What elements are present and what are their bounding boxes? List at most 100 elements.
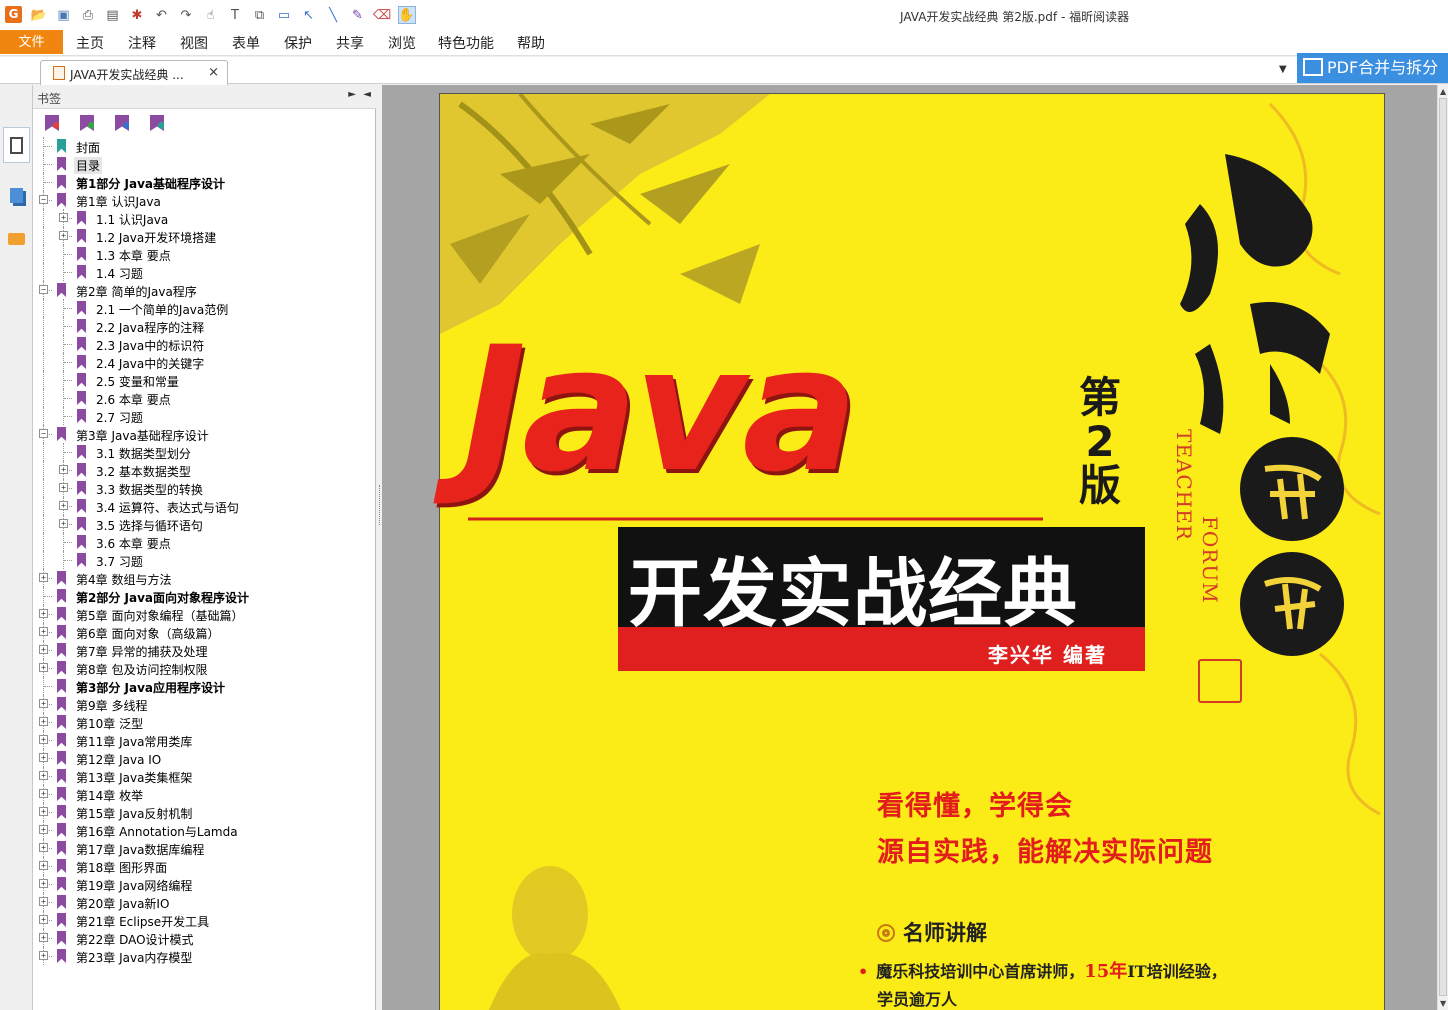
bookmark-item[interactable]: − 第3章 Java基础程序设计 — [33, 425, 376, 443]
expand-icon[interactable]: + — [39, 807, 48, 816]
select-icon[interactable]: ☝ — [202, 6, 220, 24]
bookmark-item[interactable]: +1.1 认识Java — [33, 209, 376, 227]
bookmark-item[interactable]: + 第8章 包及访问控制权限 — [33, 659, 376, 677]
tab-list-dropdown-icon[interactable]: ▼ — [1279, 64, 1287, 75]
bookmark-item[interactable]: + 第14章 枚举 — [33, 785, 376, 803]
print-icon[interactable]: ⎙ — [79, 6, 97, 24]
bookmark-item[interactable]: 2.6 本章 要点 — [33, 389, 376, 407]
text-select-icon[interactable]: T — [226, 6, 244, 24]
bookmark-item[interactable]: 2.2 Java程序的注释 — [33, 317, 376, 335]
bookmark-item[interactable]: +3.4 运算符、表达式与语句 — [33, 497, 376, 515]
bookmark-item[interactable]: 2.5 变量和常量 — [33, 371, 376, 389]
menu-share[interactable]: 共享 — [336, 33, 364, 53]
menu-comment[interactable]: 注释 — [128, 33, 156, 53]
expand-icon[interactable]: + — [39, 933, 48, 942]
bookmark-item[interactable]: + 第17章 Java数据库编程 — [33, 839, 376, 857]
pencil-icon[interactable]: ✎ — [349, 6, 367, 24]
bookmark-item[interactable]: +3.3 数据类型的转换 — [33, 479, 376, 497]
hand-icon[interactable]: ✋ — [397, 6, 416, 24]
vertical-scrollbar[interactable]: ▲ ▼ — [1437, 85, 1448, 1010]
bookmark-item[interactable]: − 第1章 认识Java — [33, 191, 376, 209]
bookmark-item[interactable]: + 第4章 数组与方法 — [33, 569, 376, 587]
bookmark-item[interactable]: 1.4 习题 — [33, 263, 376, 281]
bookmark-item[interactable]: +1.2 Java开发环境搭建 — [33, 227, 376, 245]
scroll-down-icon[interactable]: ▼ — [1440, 999, 1446, 1008]
bookmark-item[interactable]: + 第18章 图形界面 — [33, 857, 376, 875]
expand-icon[interactable]: + — [39, 789, 48, 798]
menu-protect[interactable]: 保护 — [284, 33, 312, 53]
bookmark-item[interactable]: 2.3 Java中的标识符 — [33, 335, 376, 353]
bookmark-item[interactable]: +3.2 基本数据类型 — [33, 461, 376, 479]
expand-icon[interactable]: + — [39, 951, 48, 960]
expand-icon[interactable]: + — [39, 771, 48, 780]
expand-icon[interactable]: + — [39, 843, 48, 852]
bookmark-item[interactable]: + 第13章 Java类集框架 — [33, 767, 376, 785]
tab-close-icon[interactable]: × — [208, 65, 219, 80]
expand-icon[interactable]: + — [39, 609, 48, 618]
rectangle-icon[interactable]: ▭ — [275, 6, 293, 24]
bookmark-item[interactable]: + 第20章 Java新IO — [33, 893, 376, 911]
bookmark-item[interactable]: + 第12章 Java IO — [33, 749, 376, 767]
page-thumbnails-button[interactable] — [3, 177, 30, 213]
expand-icon[interactable]: + — [59, 501, 68, 510]
menu-file[interactable]: 文件 — [0, 30, 63, 54]
comments-panel-button[interactable] — [3, 221, 30, 257]
bookmark-item[interactable]: 1.3 本章 要点 — [33, 245, 376, 263]
bookmark-item[interactable]: + 第5章 面向对象编程（基础篇） — [33, 605, 376, 623]
document-view[interactable]: Java 第2版 TEACHER FORUM 开发实战经典 李兴华 编著 看得懂… — [382, 85, 1437, 1010]
expand-icon[interactable]: + — [39, 879, 48, 888]
bookmark-item[interactable]: − 第2章 简单的Java程序 — [33, 281, 376, 299]
panel-collapse-icon[interactable]: ◄ — [363, 89, 371, 100]
add-bookmark-icon[interactable] — [80, 115, 94, 131]
undo-icon[interactable]: ↶ — [153, 6, 171, 24]
collapse-icon[interactable]: − — [39, 429, 48, 438]
bookmark-item[interactable]: 3.6 本章 要点 — [33, 533, 376, 551]
snapshot-icon[interactable]: ⧉ — [251, 6, 269, 24]
tab-document[interactable]: JAVA开发实战经典 ... × — [40, 60, 228, 85]
expand-icon[interactable]: + — [39, 645, 48, 654]
bookmark-item[interactable]: + 第16章 Annotation与Lamda — [33, 821, 376, 839]
menu-view[interactable]: 视图 — [180, 33, 208, 53]
bookmark-item[interactable]: + 第11章 Java常用类库 — [33, 731, 376, 749]
open-folder-icon[interactable]: 📂 — [30, 6, 48, 24]
collapse-icon[interactable]: − — [39, 285, 48, 294]
expand-icon[interactable]: + — [39, 735, 48, 744]
expand-icon[interactable]: + — [39, 897, 48, 906]
eraser-icon[interactable]: ⌫ — [373, 6, 391, 24]
expand-icon[interactable]: + — [39, 663, 48, 672]
expand-icon[interactable]: + — [39, 627, 48, 636]
bookmark-item[interactable]: + 第21章 Eclipse开发工具 — [33, 911, 376, 929]
menu-browse[interactable]: 浏览 — [388, 33, 416, 53]
bookmark-item[interactable]: 2.1 一个简单的Java范例 — [33, 299, 376, 317]
bookmark-item[interactable]: + 第22章 DAO设计模式 — [33, 929, 376, 947]
pdf-merge-split-button[interactable]: PDF合并与拆分 — [1297, 53, 1448, 83]
bookmark-item[interactable]: + 第15章 Java反射机制 — [33, 803, 376, 821]
menu-form[interactable]: 表单 — [232, 33, 260, 53]
expand-icon[interactable]: + — [39, 699, 48, 708]
bookmark-panel-button[interactable] — [3, 127, 30, 163]
bookmark-expand-icon[interactable] — [150, 115, 164, 131]
bookmark-item[interactable]: + 第9章 多线程 — [33, 695, 376, 713]
scroll-up-icon[interactable]: ▲ — [1440, 87, 1446, 96]
bookmark-item[interactable]: 3.7 习题 — [33, 551, 376, 569]
line-icon[interactable]: ╲ — [324, 6, 342, 24]
menu-home[interactable]: 主页 — [76, 33, 104, 53]
bookmark-item[interactable]: 第3部分 Java应用程序设计 — [33, 677, 376, 695]
bookmark-forward-icon[interactable] — [115, 115, 129, 131]
scan-icon[interactable]: ▤ — [104, 6, 122, 24]
expand-icon[interactable]: + — [39, 573, 48, 582]
bookmark-item[interactable]: 封面 — [33, 137, 376, 155]
new-icon[interactable]: ✱ — [128, 6, 146, 24]
menu-features[interactable]: 特色功能 — [438, 33, 494, 53]
bookmark-item[interactable]: 2.4 Java中的关键字 — [33, 353, 376, 371]
bookmark-item[interactable]: +3.5 选择与循环语句 — [33, 515, 376, 533]
bookmark-item[interactable]: 第2部分 Java面向对象程序设计 — [33, 587, 376, 605]
bookmark-item[interactable]: + 第7章 异常的捕获及处理 — [33, 641, 376, 659]
bookmark-item[interactable]: + 第6章 面向对象（高级篇） — [33, 623, 376, 641]
menu-help[interactable]: 帮助 — [517, 33, 545, 53]
collapse-icon[interactable]: − — [39, 195, 48, 204]
expand-icon[interactable]: + — [39, 861, 48, 870]
expand-icon[interactable]: + — [59, 465, 68, 474]
arrow-icon[interactable]: ↖ — [300, 6, 318, 24]
bookmark-item[interactable]: 目录 — [33, 155, 376, 174]
